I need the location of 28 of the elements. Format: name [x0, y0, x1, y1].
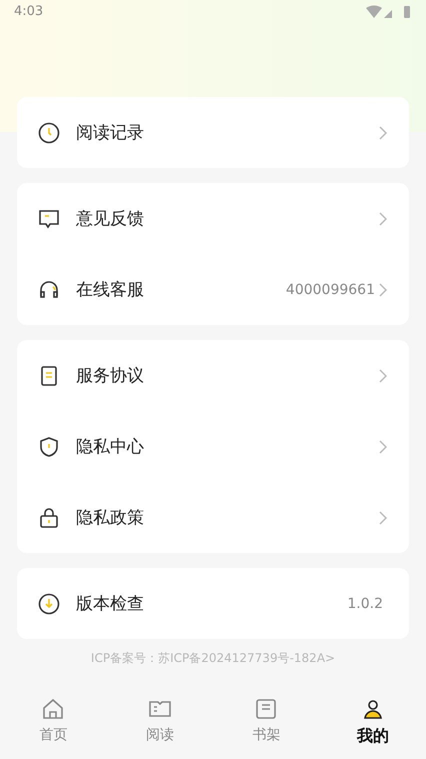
headset-icon: [38, 278, 60, 300]
status-icons: [366, 4, 412, 18]
menu-label: 隐私政策: [76, 507, 145, 529]
menu-value: 4000099661: [286, 282, 375, 298]
document-icon: [38, 364, 60, 386]
tab[interactable]: 我的: [320, 691, 426, 759]
menu-label: 版本检查: [76, 593, 145, 615]
menu-label: 隐私中心: [76, 436, 145, 458]
shelf-icon: [254, 697, 278, 721]
menu-row[interactable]: 阅读记录: [17, 97, 409, 168]
menu-value: 1.0.2: [347, 596, 383, 612]
download-icon: [38, 592, 60, 614]
shield-icon: [38, 436, 60, 458]
menu-row[interactable]: 版本检查 1.0.2: [17, 568, 409, 639]
message-icon: [38, 208, 60, 230]
menu-row[interactable]: 服务协议: [17, 340, 409, 411]
menu-label: 服务协议: [76, 365, 145, 387]
menu-row[interactable]: 意见反馈: [17, 183, 409, 254]
lock-icon: [38, 506, 60, 528]
menu-row[interactable]: 隐私政策: [17, 482, 409, 553]
status-time: 4:03: [14, 4, 44, 19]
menu-row[interactable]: 隐私中心: [17, 411, 409, 482]
clock-icon: [38, 122, 60, 144]
home-icon: [41, 697, 66, 721]
menu-row[interactable]: 在线客服 4000099661: [17, 254, 409, 325]
menu-label: 阅读记录: [76, 122, 145, 144]
menu-label: 在线客服: [76, 279, 145, 301]
menu-label: 意见反馈: [76, 208, 145, 230]
